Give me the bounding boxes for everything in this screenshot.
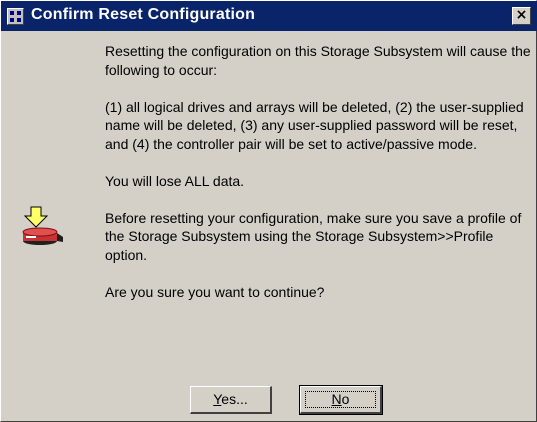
- no-button[interactable]: No: [299, 385, 383, 415]
- message-body: Resetting the configuration on this Stor…: [105, 42, 535, 320]
- yes-button[interactable]: Yes...: [190, 386, 272, 414]
- title-bar[interactable]: Confirm Reset Configuration ×: [1, 1, 537, 31]
- message-intro: Resetting the configuration on this Stor…: [105, 43, 531, 78]
- window-title: Confirm Reset Configuration: [31, 6, 256, 23]
- close-button[interactable]: ×: [512, 7, 531, 25]
- focus-rect: [305, 391, 376, 408]
- yes-label: es...: [221, 391, 248, 407]
- message-save-profile: Before resetting your configuration, mak…: [105, 209, 522, 263]
- message-consequences: (1) all logical drives and arrays will b…: [105, 98, 524, 152]
- warning-reset-icon: [21, 206, 79, 246]
- confirm-reset-dialog: Confirm Reset Configuration × Resetting …: [0, 0, 537, 422]
- message-question: Are you sure you want to continue?: [105, 283, 325, 300]
- message-data-loss: You will lose ALL data.: [105, 172, 245, 189]
- close-icon: ×: [515, 7, 528, 23]
- storage-manager-icon[interactable]: [7, 8, 24, 25]
